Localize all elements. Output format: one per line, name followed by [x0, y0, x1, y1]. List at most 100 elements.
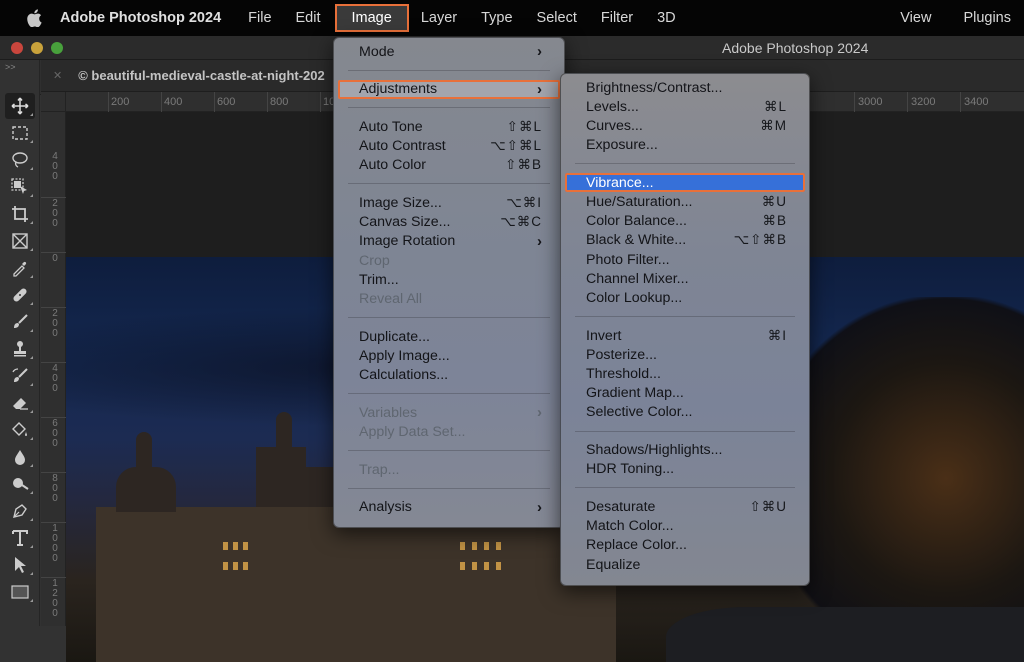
menu-view[interactable]: View [900, 6, 931, 30]
menu-item-channel-mixer[interactable]: Channel Mixer... [561, 269, 809, 288]
menu-select[interactable]: Select [537, 6, 577, 30]
crop-tool-button[interactable] [5, 201, 35, 227]
menu-item-match-color[interactable]: Match Color... [561, 517, 809, 536]
menu-edit[interactable]: Edit [296, 6, 321, 30]
brush-tool-button[interactable] [5, 309, 35, 335]
apple-logo-icon[interactable] [23, 9, 45, 27]
menu-item-hdr-toning[interactable]: HDR Toning... [561, 460, 809, 479]
app-name-menu[interactable]: Adobe Photoshop 2024 [60, 10, 221, 26]
menu-divider [348, 107, 550, 109]
minimize-window-button[interactable] [31, 41, 43, 54]
menu-item-label: Photo Filter... [586, 251, 670, 268]
menu-item-trim[interactable]: Trim... [334, 270, 564, 289]
rectangular-marquee-icon [12, 126, 28, 140]
close-tab-icon[interactable]: ✕ [53, 69, 62, 82]
menu-item-calculations[interactable]: Calculations... [334, 365, 564, 384]
marquee-tool-button[interactable] [5, 120, 35, 146]
menu-image[interactable]: Image [334, 4, 409, 32]
history-brush-icon [12, 368, 28, 382]
menu-item-color-lookup[interactable]: Color Lookup... [561, 288, 809, 307]
menu-item-black-white[interactable]: Black & White... ⌥⇧⌘B [561, 231, 809, 250]
menu-item-photo-filter[interactable]: Photo Filter... [561, 250, 809, 269]
menu-item-shortcut: ⇧⌘L [506, 118, 542, 134]
menu-3d[interactable]: 3D [657, 6, 676, 30]
menu-item-label: Duplicate... [359, 328, 430, 345]
menu-item-gradient-map[interactable]: Gradient Map... [561, 384, 809, 403]
menu-item-apply-image[interactable]: Apply Image... [334, 346, 564, 365]
type-tool-button[interactable] [5, 525, 35, 551]
ruler-origin[interactable] [41, 92, 66, 112]
ruler-label: 200 [52, 308, 58, 339]
close-window-button[interactable] [11, 41, 23, 54]
menu-item-equalize[interactable]: Equalize [561, 555, 809, 574]
menu-item-image-rotation[interactable]: Image Rotation › [334, 232, 564, 251]
ruler-label: 600 [217, 96, 236, 108]
menu-item-auto-contrast[interactable]: Auto Contrast ⌥⇧⌘L [334, 137, 564, 156]
menu-item-threshold[interactable]: Threshold... [561, 364, 809, 383]
image-menu-dropdown: Mode › Adjustments › Auto Tone ⇧⌘L Auto Con… [333, 37, 565, 528]
menu-item-brightness-contrast[interactable]: Brightness/Contrast... [561, 78, 809, 97]
zoom-window-button[interactable] [51, 41, 63, 54]
menu-item-canvas-size[interactable]: Canvas Size... ⌥⌘C [334, 213, 564, 232]
eyedropper-tool-button[interactable] [5, 255, 35, 281]
menu-type[interactable]: Type [481, 6, 512, 30]
menu-divider [348, 183, 550, 185]
paint-bucket-tool-button[interactable] [5, 417, 35, 443]
menu-item-shortcut: ⌥⇧⌘B [733, 232, 787, 248]
menu-item-levels[interactable]: Levels... ⌘L [561, 97, 809, 116]
menu-item-shortcut: ⌘M [760, 117, 787, 133]
menu-item-label: Levels... [586, 98, 639, 115]
pen-tool-button[interactable] [5, 498, 35, 524]
rectangle-tool-button[interactable] [5, 579, 35, 605]
menu-item-hue-saturation[interactable]: Hue/Saturation... ⌘U [561, 192, 809, 211]
menu-file[interactable]: File [248, 6, 271, 30]
menu-divider [575, 316, 795, 318]
menu-item-duplicate[interactable]: Duplicate... [334, 327, 564, 346]
chevron-right-icon: › [537, 43, 542, 61]
adjustments-submenu: Brightness/Contrast... Levels... ⌘L Curve… [560, 73, 810, 586]
move-tool-button[interactable] [5, 93, 35, 119]
menu-item-shadows-highlights[interactable]: Shadows/Highlights... [561, 441, 809, 460]
healing-brush-tool-button[interactable] [5, 282, 35, 308]
ruler-label: 400 [164, 96, 183, 108]
blur-tool-button[interactable] [5, 444, 35, 470]
menu-item-color-balance[interactable]: Color Balance... ⌘B [561, 212, 809, 231]
dodge-tool-button[interactable] [5, 471, 35, 497]
menu-filter[interactable]: Filter [601, 6, 633, 30]
expand-panel-icon[interactable]: >> [0, 60, 39, 74]
menu-item-invert[interactable]: Invert ⌘I [561, 326, 809, 345]
menu-plugins[interactable]: Plugins [963, 6, 1011, 30]
menu-item-curves[interactable]: Curves... ⌘M [561, 116, 809, 135]
menu-item-replace-color[interactable]: Replace Color... [561, 536, 809, 555]
ruler-label: 3000 [858, 96, 883, 108]
ruler-label: 400 [52, 363, 58, 394]
menu-item-adjustments[interactable]: Adjustments › [338, 79, 560, 99]
menu-item-vibrance[interactable]: Vibrance... [565, 173, 805, 193]
vertical-ruler[interactable]: 400 200 0 200 400 600 800 1000 1200 [41, 112, 66, 626]
lasso-tool-button[interactable] [5, 147, 35, 173]
frame-tool-button[interactable] [5, 228, 35, 254]
clone-stamp-tool-button[interactable] [5, 336, 35, 362]
eraser-icon [13, 398, 28, 410]
menu-item-image-size[interactable]: Image Size... ⌥⌘I [334, 193, 564, 212]
pen-icon [13, 504, 27, 518]
menu-item-posterize[interactable]: Posterize... [561, 345, 809, 364]
menu-item-auto-tone[interactable]: Auto Tone ⇧⌘L [334, 117, 564, 136]
menu-item-auto-color[interactable]: Auto Color ⇧⌘B [334, 156, 564, 175]
menu-item-label: Gradient Map... [586, 385, 684, 402]
eraser-tool-button[interactable] [5, 390, 35, 416]
menu-layer[interactable]: Layer [421, 6, 457, 30]
menu-item-label: Threshold... [586, 366, 661, 383]
menu-item-apply-data-set: Apply Data Set... [334, 422, 564, 441]
object-selection-tool-button[interactable] [5, 174, 35, 200]
ruler-label: 3400 [964, 96, 989, 108]
menu-item-analysis[interactable]: Analysis › [334, 498, 564, 517]
menu-item-desaturate[interactable]: Desaturate ⇧⌘U [561, 497, 809, 516]
menu-item-shortcut: ⇧⌘U [749, 498, 787, 514]
history-brush-tool-button[interactable] [5, 363, 35, 389]
menu-item-exposure[interactable]: Exposure... [561, 136, 809, 155]
path-selection-tool-button[interactable] [5, 552, 35, 578]
chevron-right-icon: › [537, 404, 542, 422]
menu-item-selective-color[interactable]: Selective Color... [561, 403, 809, 422]
menu-item-mode[interactable]: Mode › [334, 42, 564, 61]
